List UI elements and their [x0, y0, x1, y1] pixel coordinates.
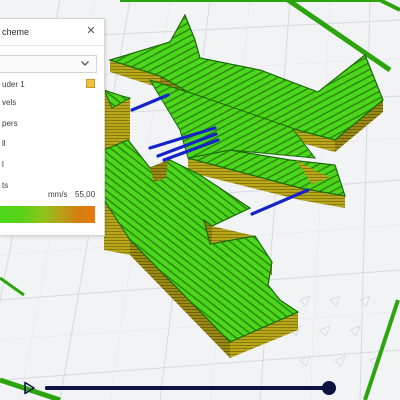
panel-title: cheme — [2, 27, 30, 37]
legend-item-shell[interactable]: ll — [0, 138, 6, 150]
legend-item-extruder-1[interactable]: uder 1 — [0, 79, 104, 91]
legend-item-helpers[interactable]: pers — [0, 118, 18, 130]
legend-item-label: vels — [2, 98, 17, 107]
speed-gradient-bar — [0, 206, 95, 223]
legend-item-starts[interactable]: ts — [0, 180, 8, 192]
legend-item-travels[interactable]: vels — [0, 97, 16, 109]
play-icon[interactable] — [22, 381, 36, 395]
legend-item-label: uder 1 — [2, 80, 25, 89]
timeline-track[interactable] — [45, 386, 335, 390]
timeline-slider-handle[interactable] — [322, 381, 337, 395]
legend-item-infill[interactable]: l — [0, 159, 4, 171]
legend-item-label: pers — [2, 119, 18, 128]
legend-item-label: ll — [2, 139, 6, 148]
extruder-color-swatch — [86, 79, 95, 88]
chevron-down-icon — [81, 61, 89, 66]
speed-max-value: 55,00 — [75, 190, 96, 199]
panel-header: cheme ✕ — [0, 19, 104, 46]
legend-item-label: ts — [2, 181, 9, 190]
legend-item-label: l — [2, 160, 4, 169]
speed-unit-label: mm/s — [48, 190, 68, 199]
color-scheme-panel: cheme ✕ uder 1 vels pers ll l ts mm/s 55… — [0, 18, 105, 236]
layer-timeline — [0, 376, 400, 400]
close-icon[interactable]: ✕ — [84, 24, 98, 38]
color-scheme-dropdown[interactable] — [0, 55, 97, 73]
timeline-progress-fill — [45, 386, 330, 390]
